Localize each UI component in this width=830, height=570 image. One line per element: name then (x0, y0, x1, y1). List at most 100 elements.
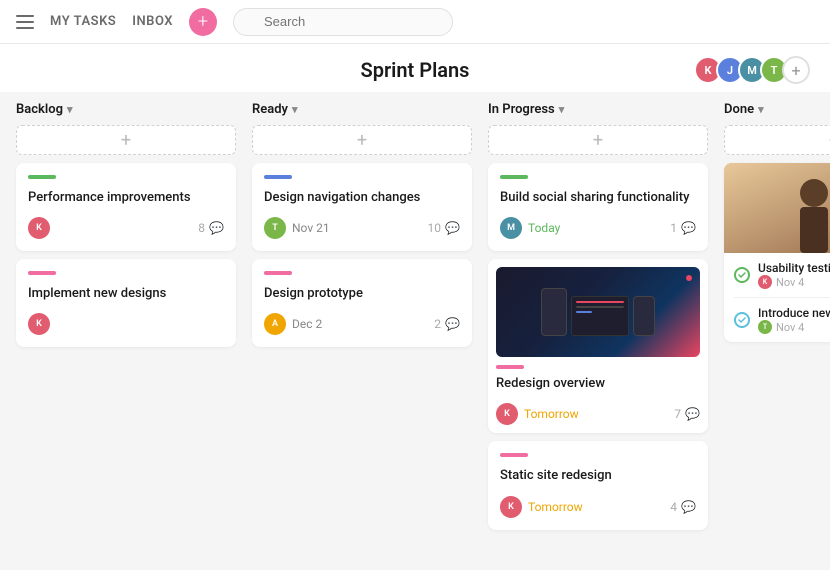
card-redesign-overview: Redesign overview K Tomorrow 7 💬 (488, 259, 708, 433)
card-footer: T Nov 21 10 💬 (264, 217, 460, 239)
nav-links: MY TASKS INBOX (50, 14, 173, 29)
avatar-add-button[interactable]: + (782, 56, 810, 84)
card-title: Performance improvements (28, 189, 224, 207)
card-footer: K Tomorrow 4 💬 (500, 496, 696, 518)
card-performance: Performance improvements K 8 💬 (16, 163, 236, 251)
comment-icon: 💬 (445, 317, 460, 331)
card-date: Dec 2 (292, 317, 322, 331)
done-photo-svg (724, 163, 830, 253)
column-title-backlog: Backlog (16, 102, 63, 117)
card-title: Implement new designs (28, 285, 224, 303)
column-title-done: Done (724, 102, 754, 117)
avatar: M (500, 217, 522, 239)
column-title-inprogress: In Progress (488, 102, 555, 117)
card-footer: K Tomorrow 7 💬 (496, 403, 700, 425)
avatar: T (758, 320, 772, 334)
avatar: K (500, 496, 522, 518)
card-date: Tomorrow (528, 500, 583, 514)
inprogress-add-button[interactable]: + (488, 125, 708, 155)
card-accent (264, 271, 292, 275)
card-date: Tomorrow (524, 407, 579, 421)
avatar: K (28, 313, 50, 335)
column-header-backlog: Backlog ▾ (16, 102, 236, 125)
card-title: Static site redesign (500, 467, 696, 485)
comment-icon: 💬 (445, 221, 460, 235)
comment-count: 1 (670, 221, 677, 235)
done-photo-card: Usability testing K Nov 4 Introduce new (724, 163, 830, 342)
card-image (496, 267, 700, 357)
done-task-date: K Nov 4 (758, 275, 830, 289)
done-task-date: T Nov 4 (758, 320, 830, 334)
comment-count: 10 (428, 221, 442, 235)
page-title: Sprint Plans (361, 58, 470, 82)
done-task-navigation: Introduce new navigation T Nov 4 (724, 298, 830, 342)
backlog-add-button[interactable]: + (16, 125, 236, 155)
chevron-down-icon[interactable]: ▾ (67, 103, 73, 116)
mockup-phone2 (633, 296, 655, 336)
done-photo (724, 163, 830, 253)
avatar: K (496, 403, 518, 425)
card-design-nav: Design navigation changes T Nov 21 10 💬 (252, 163, 472, 251)
page-header: Sprint Plans K J M T + (0, 44, 830, 92)
card-accent (28, 271, 56, 275)
nav-my-tasks[interactable]: MY TASKS (50, 14, 116, 29)
card-accent (500, 453, 528, 457)
avatar: K (28, 217, 50, 239)
header-avatars: K J M T + (694, 56, 810, 84)
top-nav: MY TASKS INBOX + (0, 0, 830, 44)
ready-add-button[interactable]: + (252, 125, 472, 155)
chevron-down-icon[interactable]: ▾ (292, 103, 298, 116)
hamburger-menu[interactable] (16, 15, 34, 29)
card-accent (496, 365, 524, 369)
card-implement: Implement new designs K (16, 259, 236, 347)
column-done: Done ▾ + (724, 102, 830, 538)
chevron-down-icon[interactable]: ▾ (559, 103, 565, 116)
comment-count: 7 (674, 407, 681, 421)
column-title-ready: Ready (252, 102, 288, 117)
card-static-site: Static site redesign K Tomorrow 4 💬 (488, 441, 708, 529)
card-meta: 7 💬 (674, 407, 700, 421)
card-meta: 4 💬 (670, 500, 696, 514)
column-header-ready: Ready ▾ (252, 102, 472, 125)
nav-add-button[interactable]: + (189, 8, 217, 36)
done-add-button[interactable]: + (724, 125, 830, 155)
comment-count: 2 (434, 317, 441, 331)
comment-icon: 💬 (681, 500, 696, 514)
mockup-desktop (571, 296, 629, 336)
check-icon (734, 267, 750, 283)
card-footer: K 8 💬 (28, 217, 224, 239)
column-header-done: Done ▾ (724, 102, 830, 125)
board: Backlog ▾ + Performance improvements K 8… (16, 92, 830, 538)
avatar-group: K J M T + (694, 56, 810, 84)
card-accent (264, 175, 292, 179)
card-meta: 10 💬 (428, 221, 460, 235)
avatar: K (758, 275, 772, 289)
done-task-name: Usability testing (758, 261, 830, 275)
comment-icon: 💬 (681, 221, 696, 235)
check-icon (734, 312, 750, 328)
comment-icon: 💬 (209, 221, 224, 235)
comment-count: 4 (670, 500, 677, 514)
card-footer: K (28, 313, 224, 335)
search-input[interactable] (233, 8, 453, 36)
card-footer: M Today 1 💬 (500, 217, 696, 239)
comment-count: 8 (198, 221, 205, 235)
card-footer: A Dec 2 2 💬 (264, 313, 460, 335)
column-inprogress: In Progress ▾ + Build social sharing fun… (488, 102, 708, 538)
card-design-proto: Design prototype A Dec 2 2 💬 (252, 259, 472, 347)
card-title: Design prototype (264, 285, 460, 303)
avatar: T (264, 217, 286, 239)
nav-inbox[interactable]: INBOX (132, 14, 173, 29)
comment-icon: 💬 (685, 407, 700, 421)
card-title: Redesign overview (496, 375, 700, 393)
card-title: Design navigation changes (264, 189, 460, 207)
card-meta: 2 💬 (434, 317, 460, 331)
card-accent (500, 175, 528, 179)
search-wrapper (233, 8, 453, 36)
board-area: Backlog ▾ + Performance improvements K 8… (0, 92, 830, 566)
card-date: Today (528, 221, 560, 235)
card-accent (28, 175, 56, 179)
chevron-down-icon[interactable]: ▾ (758, 103, 764, 116)
column-backlog: Backlog ▾ + Performance improvements K 8… (16, 102, 236, 538)
mockup-phone (541, 288, 567, 336)
